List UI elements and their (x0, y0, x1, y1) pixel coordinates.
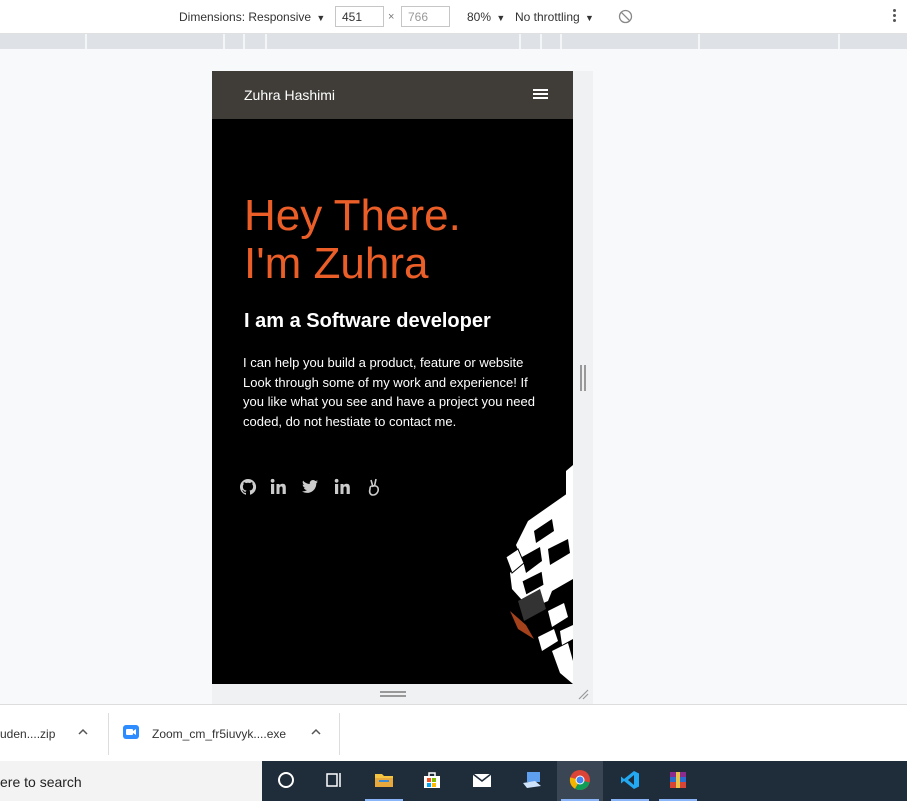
devtools-device-toolbar: Dimensions: Responsive ▼ × 80% ▼ No thro… (0, 0, 907, 34)
rotate-disabled-icon[interactable] (618, 9, 633, 24)
hamburger-menu-icon[interactable] (533, 89, 548, 101)
hero-title: Hey There. I'm Zuhra (244, 192, 461, 288)
vscode-icon[interactable] (607, 761, 653, 801)
download-filename: Zoom_cm_fr5iuvyk....exe (152, 727, 287, 741)
dimensions-dropdown[interactable]: Dimensions: Responsive ▼ (179, 10, 325, 24)
dropdown-arrow-icon: ▼ (496, 13, 506, 23)
hero-subtitle: I am a Software developer (244, 310, 491, 332)
winrar-icon[interactable] (655, 761, 701, 801)
device-viewport: Zuhra Hashimi Hey There. I'm Zuhra I am … (212, 71, 573, 684)
decorative-art-image (505, 465, 573, 684)
taskbar-search-box[interactable]: ere to search (0, 761, 262, 801)
more-options-icon[interactable] (893, 9, 897, 25)
chevron-up-icon[interactable] (78, 727, 88, 737)
throttling-label: No throttling (515, 10, 580, 24)
linkedin-icon[interactable] (269, 477, 289, 497)
width-input[interactable] (335, 6, 384, 27)
windows-taskbar: ere to search (0, 761, 907, 801)
chevron-up-icon[interactable] (311, 727, 321, 737)
hero-intro: I can help you build a product, feature … (243, 355, 535, 429)
zoom-label: 80% (467, 10, 492, 24)
times-separator: × (388, 11, 395, 23)
height-input[interactable] (401, 6, 450, 27)
mail-icon[interactable] (459, 761, 505, 801)
twitter-icon[interactable] (300, 477, 320, 497)
download-filename: uden....zip (0, 727, 56, 741)
dimensions-label: Dimensions: Responsive (179, 10, 312, 24)
divider (108, 713, 109, 755)
dropdown-arrow-icon: ▼ (585, 13, 594, 23)
download-item[interactable]: uden....zip (0, 705, 100, 762)
hero-line-2: I'm Zuhra (244, 239, 429, 288)
search-placeholder: ere to search (0, 774, 82, 790)
throttling-dropdown[interactable]: No throttling ▼ (515, 10, 594, 24)
linkedin-icon[interactable] (333, 477, 353, 497)
resize-handle-right-icon[interactable] (580, 365, 586, 391)
file-explorer-icon[interactable] (361, 761, 407, 801)
resize-handle-bottom-icon[interactable] (380, 691, 406, 697)
zoom-app-icon (123, 725, 139, 739)
resize-corner-icon[interactable] (577, 688, 589, 700)
download-item[interactable]: Zoom_cm_fr5iuvyk....exe (110, 705, 340, 762)
hero-line-1: Hey There. (244, 191, 461, 240)
site-brand[interactable]: Zuhra Hashimi (244, 87, 335, 103)
github-icon[interactable] (238, 477, 258, 497)
angellist-icon[interactable] (364, 477, 384, 497)
chrome-icon[interactable] (557, 761, 603, 801)
zoom-dropdown[interactable]: 80% ▼ (467, 10, 505, 24)
media-query-ruler[interactable] (0, 34, 907, 49)
cortana-icon[interactable] (263, 761, 309, 801)
downloads-bar: uden....zip Zoom_cm_fr5iuvyk....exe (0, 704, 907, 761)
site-navbar: Zuhra Hashimi (212, 71, 573, 119)
store-icon[interactable] (409, 761, 455, 801)
dropdown-arrow-icon: ▼ (316, 13, 326, 23)
task-view-icon[interactable] (311, 761, 357, 801)
remote-desktop-icon[interactable] (509, 761, 555, 801)
divider (339, 713, 340, 755)
